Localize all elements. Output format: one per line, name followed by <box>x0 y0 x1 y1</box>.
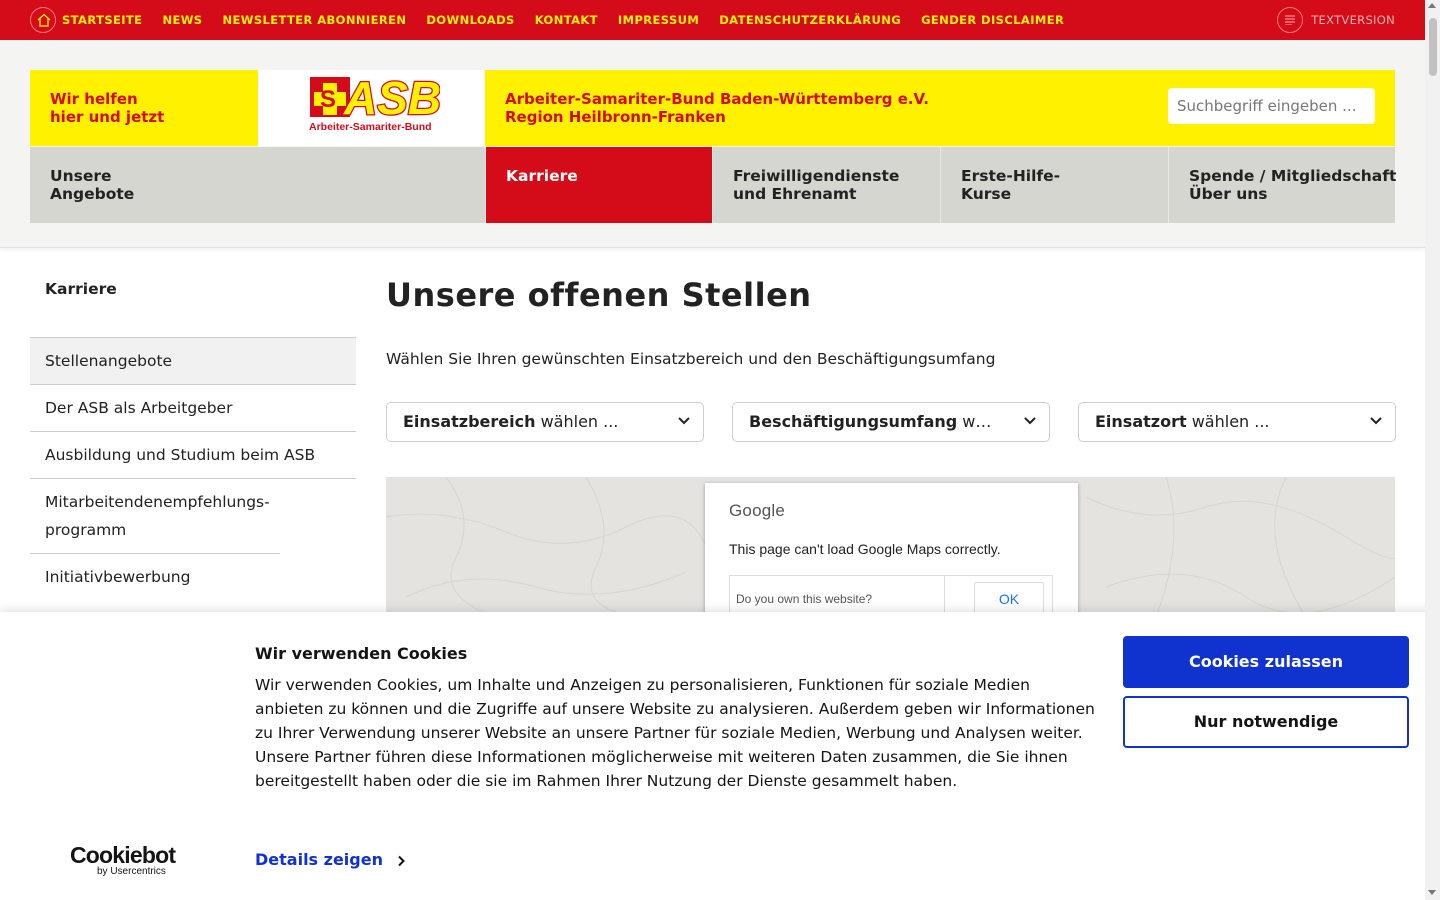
top-bar: STARTSEITE NEWS NEWSLETTER ABONNIEREN DO… <box>0 0 1425 40</box>
sidebar: Karriere Stellenangebote Der ASB als Arb… <box>30 270 356 600</box>
main-nav: Unsere Angebote Karriere Freiwilligendie… <box>30 147 1397 223</box>
topnav-kontakt[interactable]: KONTAKT <box>535 13 598 27</box>
intro-text: Wählen Sie Ihren gewünschten Einsatzbere… <box>386 350 996 368</box>
maps-ok-button-cell: OK <box>944 576 1052 617</box>
slogan-line1: Wir helfen <box>50 90 138 108</box>
filter-label-bold: Beschäftigungsumfang <box>749 412 958 431</box>
mainnav-label: Karriere <box>506 167 578 185</box>
filter-label-bold: Einsatzort <box>1095 412 1187 431</box>
slogan-box: Wir helfen hier und jetzt <box>30 70 258 146</box>
mainnav-erste-hilfe[interactable]: Erste-Hilfe- Kurse <box>941 147 1169 223</box>
mainnav-label: Erste-Hilfe- <box>961 167 1061 185</box>
job-filters: Einsatzbereich wählen ... Beschäftigungs… <box>386 402 1396 442</box>
mainnav-label: Über uns <box>1189 185 1268 203</box>
cookiebot-brand: Cookiebot <box>70 842 176 868</box>
topnav-startseite[interactable]: STARTSEITE <box>62 13 142 27</box>
logo-s-glyph: S <box>320 86 336 113</box>
mainnav-label: und Ehrenamt <box>733 185 857 203</box>
top-nav: STARTSEITE NEWS NEWSLETTER ABONNIEREN DO… <box>62 0 1084 40</box>
scroll-down-arrow-icon[interactable] <box>1428 890 1436 895</box>
mainnav-label: Angebote <box>50 185 135 203</box>
filter-einsatzort[interactable]: Einsatzort wählen ... <box>1078 402 1396 442</box>
sidebar-item-ausbildung[interactable]: Ausbildung und Studium beim ASB <box>30 432 356 479</box>
slogan-line2: hier und jetzt <box>50 108 165 126</box>
chevron-right-icon <box>398 855 405 866</box>
sidebar-item-empfehlung[interactable]: Mitarbeitendenempfehlungs-programm <box>30 479 280 554</box>
logo-subtext: Arbeiter-Samariter-Bund <box>309 121 432 133</box>
own-website-row: Do you own this website? OK <box>729 575 1053 617</box>
maps-ok-button[interactable]: OK <box>974 582 1044 616</box>
cookiebot-logo: Cookiebot by Usercentrics <box>70 842 176 878</box>
mainnav-karriere[interactable]: Karriere <box>486 147 713 223</box>
chevron-down-icon <box>1024 417 1036 425</box>
filter-label-bold: Einsatzbereich <box>403 412 536 431</box>
topnav-datenschutz[interactable]: DATENSCHUTZERKLÄRUNG <box>719 13 901 27</box>
maps-error-message: This page can't load Google Maps correct… <box>729 541 1001 557</box>
cookie-title: Wir verwenden Cookies <box>255 644 468 663</box>
job-map[interactable]: Google This page can't load Google Maps … <box>386 477 1395 617</box>
sidebar-item-initiativbewerbung[interactable]: Initiativbewerbung <box>30 554 356 600</box>
sidebar-item-stellenangebote[interactable]: Stellenangebote <box>30 338 356 385</box>
logo-text: ASB <box>343 77 440 124</box>
chevron-down-icon <box>1370 417 1382 425</box>
filter-label-rest: wählen ... <box>535 412 619 431</box>
sidebar-title: Karriere <box>45 280 117 298</box>
topnav-impressum[interactable]: IMPRESSUM <box>618 13 699 27</box>
cookies-necessary-button[interactable]: Nur notwendige <box>1123 696 1409 748</box>
sidebar-list: Stellenangebote Der ASB als Arbeitgeber … <box>30 337 356 600</box>
maps-error-dialog: Google This page can't load Google Maps … <box>705 483 1078 617</box>
cookie-banner: Cookiebot by Usercentrics Wir verwenden … <box>0 612 1440 900</box>
asb-logo[interactable]: S ASB Arbeiter-Samariter-Bund <box>258 70 485 146</box>
topnav-news[interactable]: NEWS <box>162 13 202 27</box>
textversion-link[interactable]: TEXTVERSION <box>1277 7 1395 33</box>
mainnav-unsere-angebote[interactable]: Unsere Angebote <box>30 147 486 223</box>
cookie-text: Wir verwenden Cookies, um Inhalte und An… <box>255 676 1095 790</box>
mainnav-label: Freiwilligendienste <box>733 167 900 185</box>
page-scrollbar[interactable] <box>1425 0 1440 900</box>
topnav-downloads[interactable]: DOWNLOADS <box>426 13 514 27</box>
topnav-newsletter[interactable]: NEWSLETTER ABONNIEREN <box>223 13 407 27</box>
own-website-question: Do you own this website? <box>736 592 873 606</box>
scroll-up-arrow-icon[interactable] <box>1428 3 1436 8</box>
mainnav-freiwilligendienste[interactable]: Freiwilligendienste und Ehrenamt <box>713 147 941 223</box>
chevron-down-icon <box>678 417 690 425</box>
filter-label-rest: wählen ... <box>1186 412 1270 431</box>
details-label: Details zeigen <box>255 850 383 869</box>
main-content: Unsere offenen Stellen Wählen Sie Ihren … <box>386 270 1396 617</box>
mainnav-label: Spende / Mitgliedschaft <box>1189 167 1397 185</box>
page-title: Unsere offenen Stellen <box>386 276 812 314</box>
mainnav-label: Kurse <box>961 185 1012 203</box>
scrollbar-thumb[interactable] <box>1429 18 1437 76</box>
topnav-gender-disclaimer[interactable]: GENDER DISCLAIMER <box>921 13 1064 27</box>
google-logo: Google <box>729 501 786 520</box>
cookiebot-sub: by Usercentrics <box>97 866 166 877</box>
filter-einsatzbereich[interactable]: Einsatzbereich wählen ... <box>386 402 704 442</box>
mainnav-label: Unsere <box>50 167 112 185</box>
textversion-label: TEXTVERSION <box>1311 13 1395 27</box>
sidebar-item-arbeitgeber[interactable]: Der ASB als Arbeitgeber <box>30 385 356 432</box>
cookies-allow-button[interactable]: Cookies zulassen <box>1123 636 1409 688</box>
home-icon[interactable] <box>30 7 56 33</box>
filter-beschaeftigungsumfang[interactable]: Beschäftigungsumfang wählen ... <box>732 402 1050 442</box>
filter-label-rest: wählen ... <box>962 412 999 431</box>
mainnav-spende[interactable]: Spende / Mitgliedschaft Über uns <box>1169 147 1397 223</box>
details-link[interactable]: Details zeigen <box>255 850 405 869</box>
search-input[interactable] <box>1168 88 1375 124</box>
org-name-box: Arbeiter-Samariter-Bund Baden-Württember… <box>485 70 1395 146</box>
site-header: Wir helfen hier und jetzt S ASB Arbeiter… <box>0 40 1425 248</box>
list-lines-icon <box>1277 7 1304 33</box>
